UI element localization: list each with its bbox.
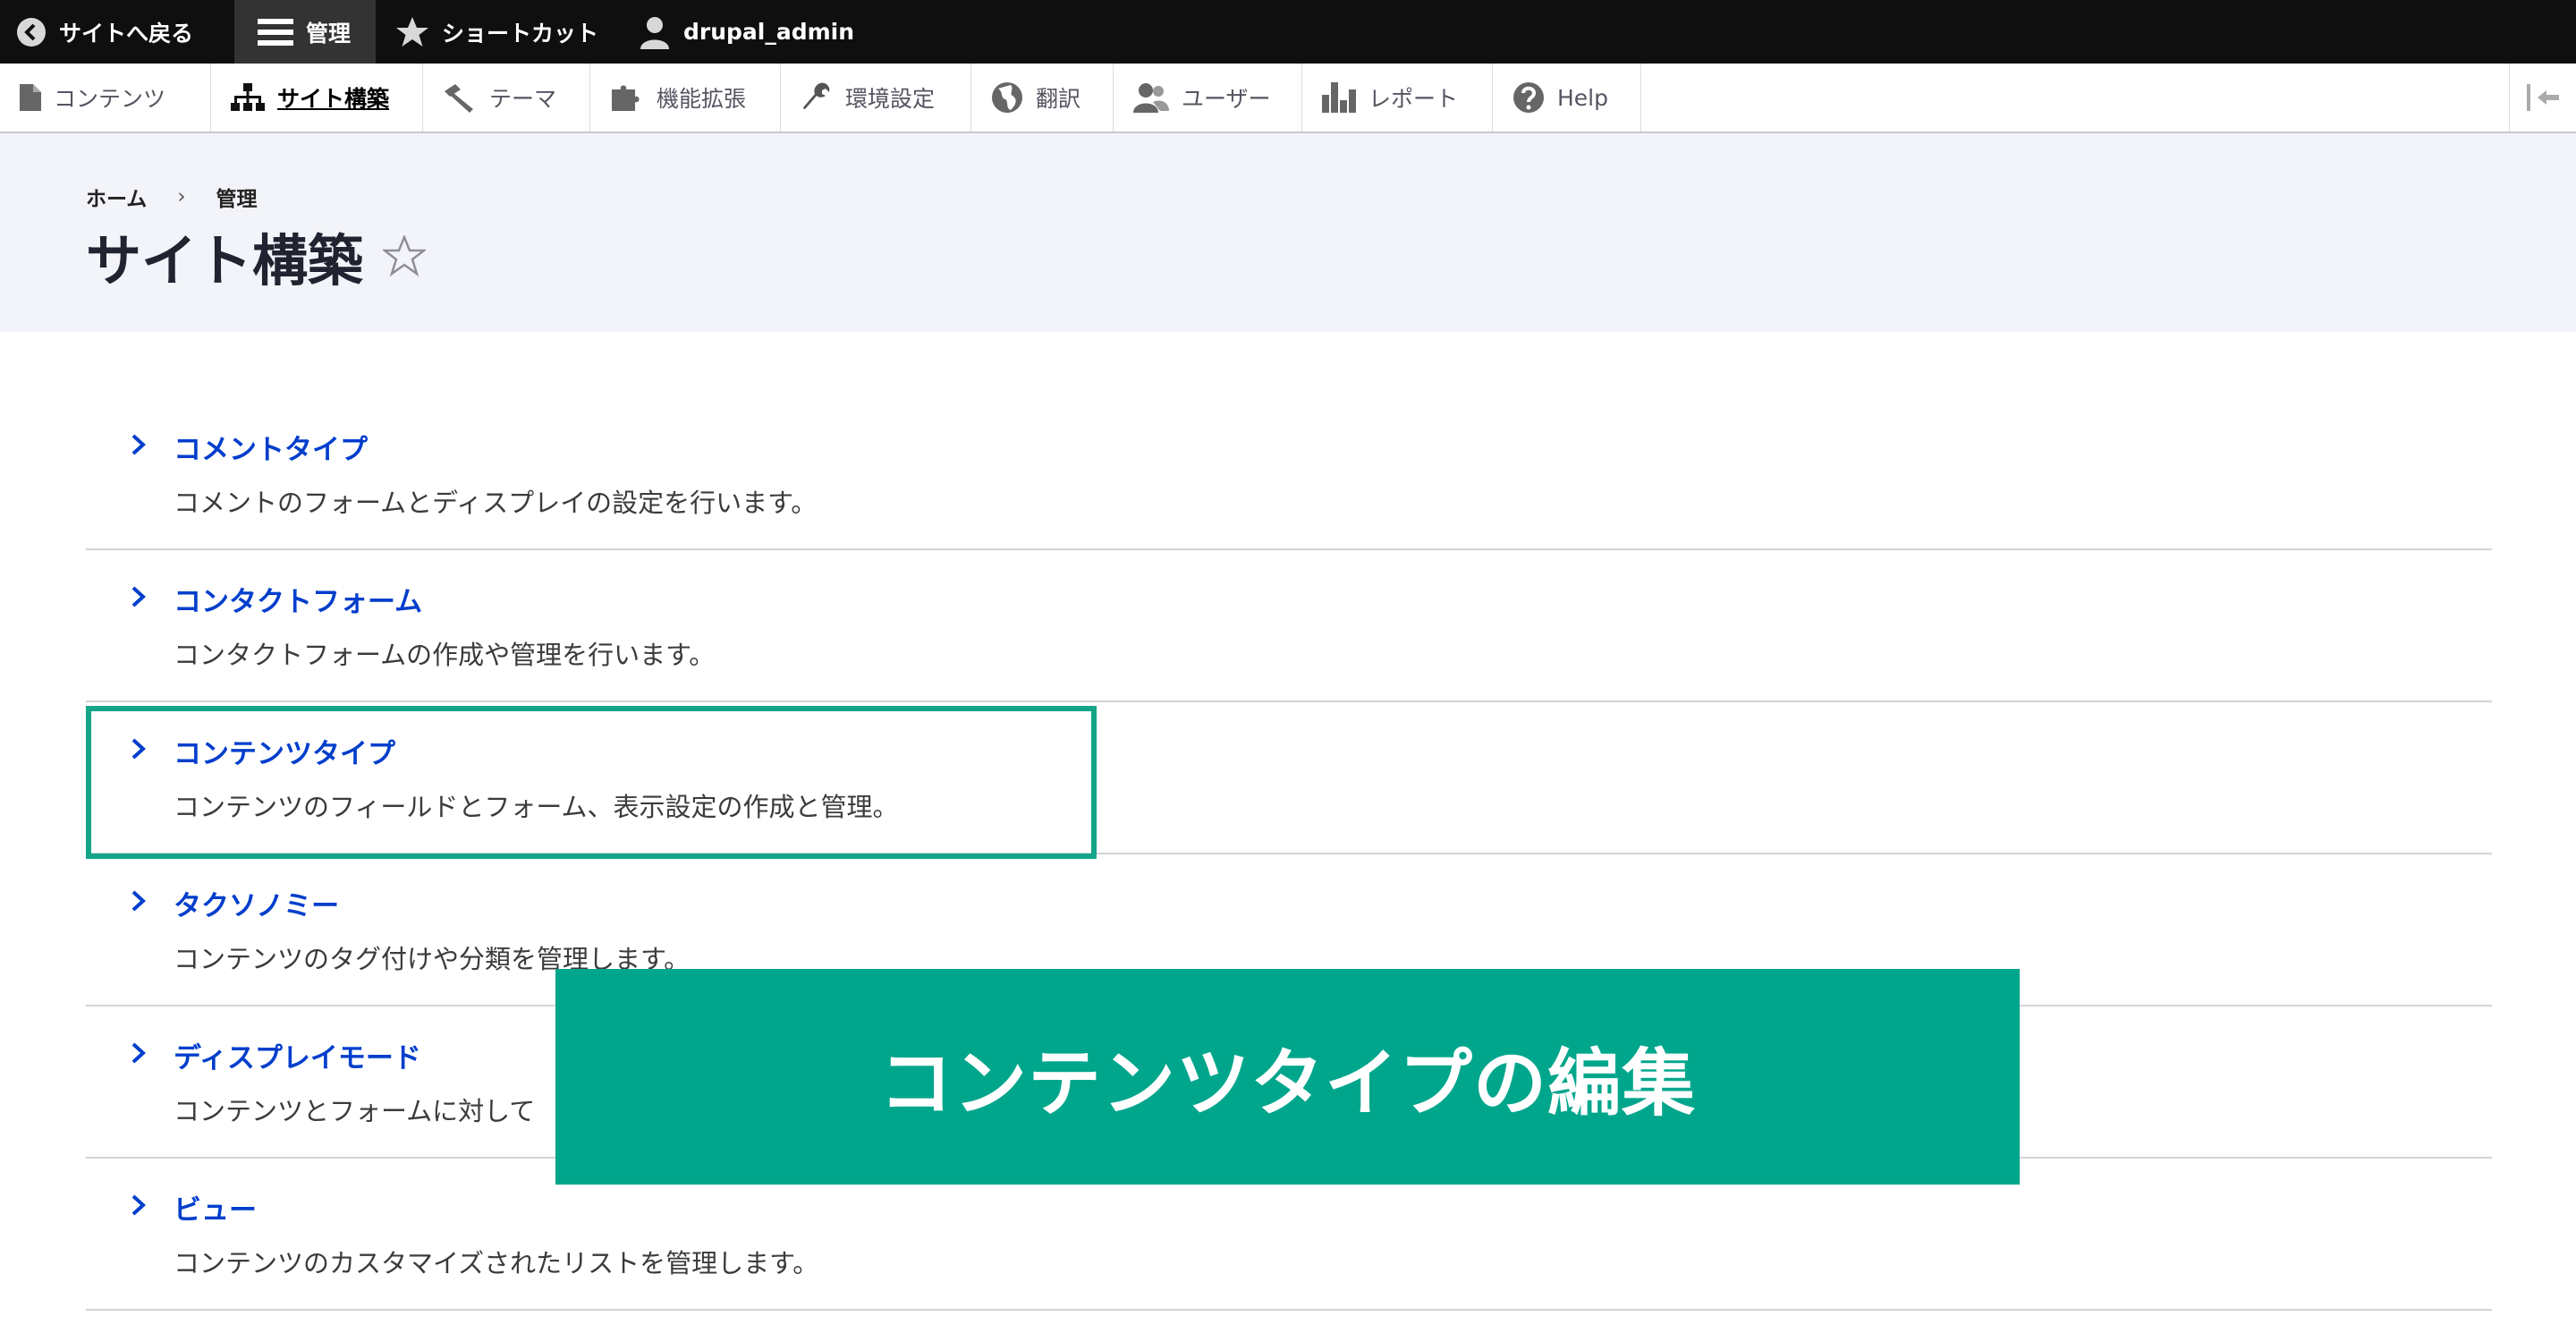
hamburger-menu-icon [258, 17, 293, 47]
admin-item-link[interactable]: コメントタイプ [174, 427, 368, 467]
tray-item-appearance[interactable]: テーマ [423, 64, 590, 132]
puzzle-icon [610, 82, 644, 113]
help-icon [1513, 81, 1545, 114]
star-icon [395, 16, 429, 48]
admin-item-link[interactable]: ディスプレイモード [174, 1035, 421, 1075]
tray-item-label: ユーザー [1182, 86, 1271, 112]
globe-icon [991, 81, 1023, 114]
tray-item-label: 翻訳 [1036, 86, 1081, 112]
admin-item-description: コンテンツのフィールドとフォーム、表示設定の作成と管理。 [174, 792, 899, 822]
user-account-button[interactable]: drupal_admin [635, 0, 854, 64]
breadcrumb: ホーム › 管理 [86, 182, 258, 212]
back-to-site-label: サイトへ戻る [59, 20, 194, 47]
tray-item-label: 機能拡張 [657, 86, 747, 112]
admin-item-description: コンテンツのカスタマイズされたリストを管理します。 [174, 1248, 819, 1278]
back-to-site-button[interactable]: サイトへ戻る [0, 0, 234, 64]
wrench-icon [801, 81, 833, 114]
chevron-right-icon [131, 433, 147, 456]
admin-item-link[interactable]: タクソノミー [174, 883, 339, 923]
tray-item-structure[interactable]: サイト構築 [211, 64, 423, 132]
tray-item-label: レポート [1368, 86, 1459, 112]
tray-item-label: テーマ [489, 86, 557, 112]
tray-item-label: サイト構築 [277, 86, 390, 112]
admin-tray: コンテンツ サイト構築 テーマ 機能拡張 環境設定 翻訳 ユーザー レポート H… [0, 64, 2576, 133]
tray-item-label: Help [1557, 84, 1608, 111]
admin-toolbar: サイトへ戻る 管理 ショートカット drupal_admin [0, 0, 2576, 64]
paintbrush-icon [443, 82, 477, 113]
breadcrumb-manage-link[interactable]: 管理 [216, 182, 258, 212]
chevron-right-icon [131, 889, 147, 913]
page-title: サイト構築 [86, 216, 427, 296]
caption-banner-text: コンテンツタイプの編集 [878, 1041, 1696, 1126]
admin-item-link[interactable]: コンテンツタイプ [174, 731, 395, 771]
list-item: コンタクトフォーム コンタクトフォームの作成や管理を行います。 [86, 550, 2492, 702]
users-icon [1133, 82, 1169, 113]
list-item: コンテンツタイプ コンテンツのフィールドとフォーム、表示設定の作成と管理。 [86, 702, 2492, 854]
user-icon [639, 15, 671, 49]
tray-item-people[interactable]: ユーザー [1114, 64, 1302, 132]
shortcuts-button[interactable]: ショートカット [376, 0, 635, 64]
shortcuts-label: ショートカット [442, 20, 599, 47]
tray-item-reports[interactable]: レポート [1302, 64, 1493, 132]
admin-item-link[interactable]: コンタクトフォーム [174, 579, 422, 619]
list-item: コメントタイプ コメントのフォームとディスプレイの設定を行います。 [86, 398, 2492, 550]
admin-item-description: コメントのフォームとディスプレイの設定を行います。 [174, 488, 818, 518]
tray-item-label: コンテンツ [54, 86, 166, 112]
add-shortcut-star-icon[interactable] [383, 235, 427, 276]
tray-item-label: 環境設定 [845, 86, 936, 112]
sitemap-icon [231, 83, 265, 112]
breadcrumb-home-link[interactable]: ホーム [86, 182, 147, 212]
collapse-left-icon [2527, 84, 2559, 111]
breadcrumb-separator: › [177, 185, 186, 208]
tray-item-configuration[interactable]: 環境設定 [781, 64, 971, 132]
admin-item-description: コンテンツとフォームに対して [174, 1096, 536, 1126]
admin-item-link[interactable]: ビュー [174, 1187, 257, 1227]
chevron-right-icon [131, 1193, 147, 1217]
page-title-text: サイト構築 [86, 228, 364, 293]
tray-item-content[interactable]: コンテンツ [0, 64, 211, 132]
document-icon [20, 84, 41, 111]
bar-chart-icon [1322, 82, 1356, 113]
caption-banner: コンテンツタイプの編集 [555, 969, 2020, 1185]
chevron-right-icon [131, 737, 147, 760]
tray-item-translate[interactable]: 翻訳 [971, 64, 1114, 132]
tray-orientation-toggle[interactable] [2509, 64, 2576, 132]
chevron-right-icon [131, 1041, 147, 1065]
tray-item-extend[interactable]: 機能拡張 [590, 64, 781, 132]
page-header: ホーム › 管理 サイト構築 [0, 133, 2576, 332]
chevron-left-circle-icon [16, 17, 47, 47]
tray-item-help[interactable]: Help [1493, 64, 1641, 132]
manage-label: 管理 [306, 20, 352, 47]
user-name: drupal_admin [683, 19, 855, 45]
chevron-right-icon [131, 585, 147, 608]
manage-button[interactable]: 管理 [234, 0, 376, 64]
admin-item-description: コンタクトフォームの作成や管理を行います。 [174, 640, 716, 670]
